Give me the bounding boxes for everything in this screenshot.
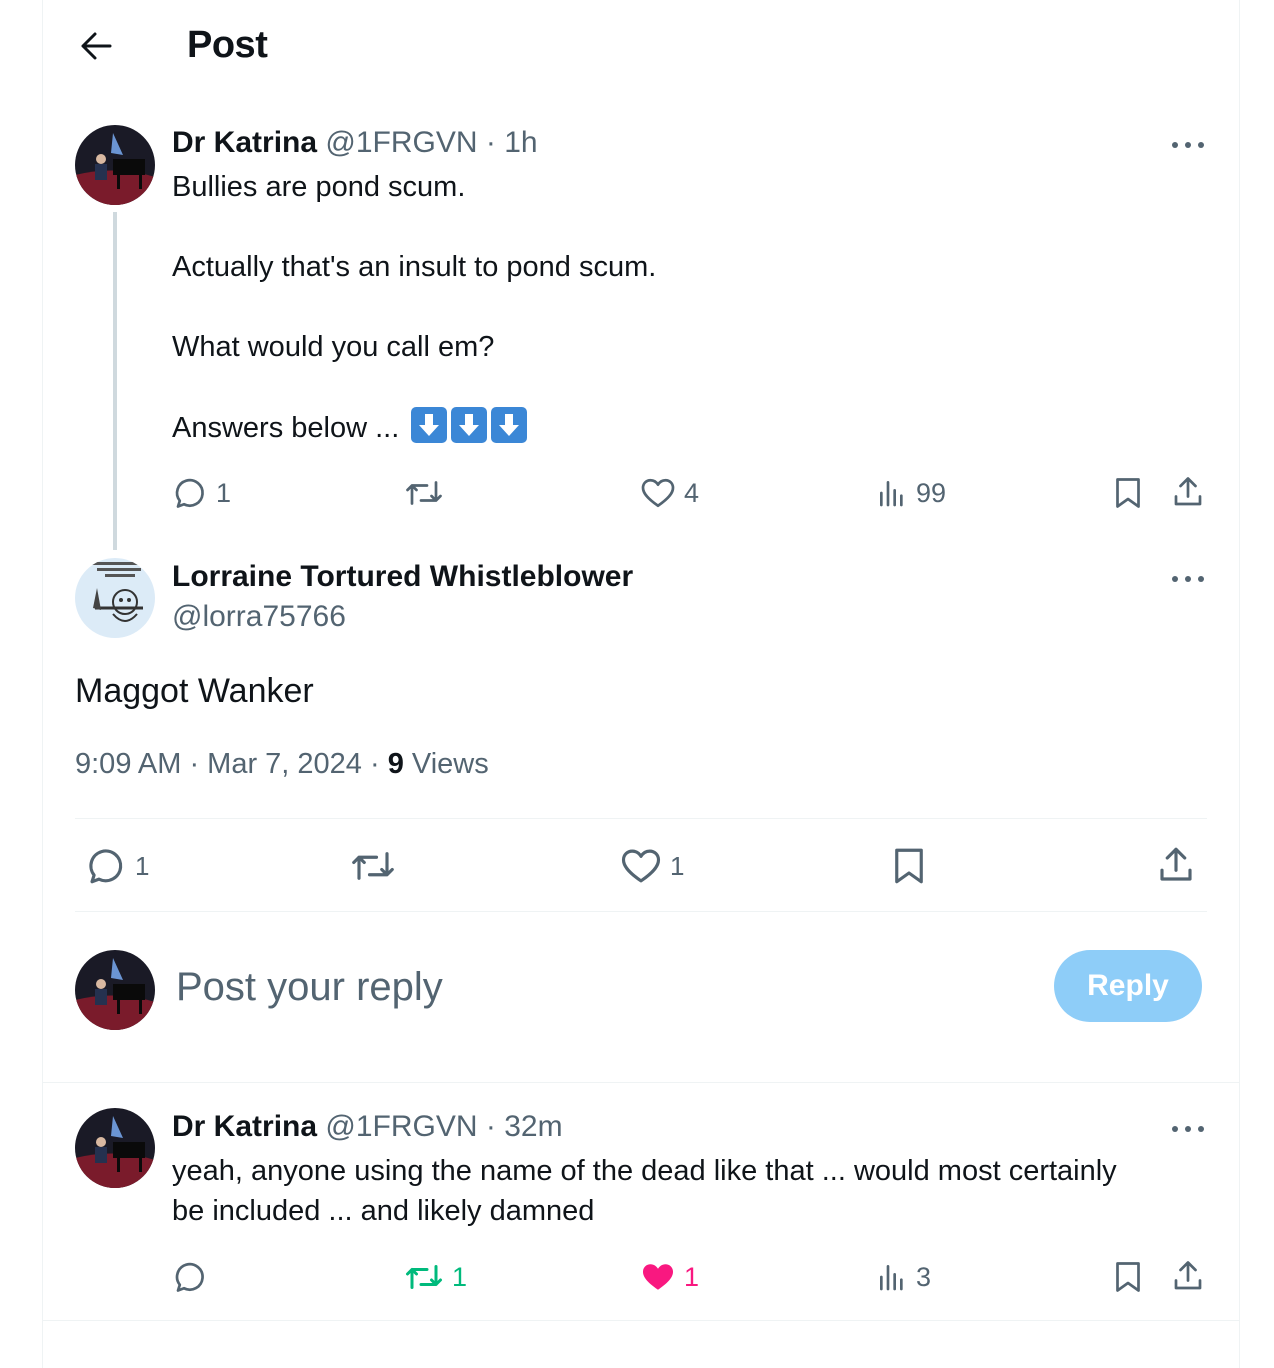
avatar-poster-image [75,558,155,638]
bookmark-button[interactable] [1110,1259,1146,1295]
bookmark-button[interactable] [1110,475,1146,511]
reply-count: 1 [135,850,150,881]
share-button[interactable] [1155,844,1197,886]
like-count: 1 [684,1261,700,1292]
views-count: 99 [916,477,947,508]
author-handle[interactable]: @lorra75766 [172,600,346,634]
retweet-action[interactable] [404,475,452,511]
avatar-piano-image [75,950,155,1030]
retweet-icon [406,481,442,505]
reply-action[interactable] [172,1259,216,1295]
divider [42,1320,1240,1321]
reply-icon [175,478,204,508]
post-timestamp[interactable]: 9:09 AM · Mar 7, 2024 · [75,748,380,780]
retweet-icon [352,852,394,880]
heart-icon [641,478,675,508]
back-arrow-icon [81,32,112,60]
down-arrow-emoji [451,407,488,443]
reply-count: 1 [216,477,232,508]
heart-filled-icon [643,1264,673,1290]
post-header: Dr Katrina @1FRGVN · 1h [172,126,538,160]
down-arrow-emoji [491,407,528,443]
retweet-action[interactable] [350,845,404,887]
post-text-line: yeah, anyone using the name of the dead … [172,1155,1117,1187]
avatar[interactable] [75,1108,155,1188]
post-text-line: Bullies are pond scum. [172,171,466,203]
reply-action[interactable]: 1 [172,475,231,511]
divider [75,818,1207,819]
post-header: Dr Katrina @1FRGVN · 32m [172,1110,563,1144]
reply-input[interactable] [176,960,1036,1014]
bookmark-button[interactable] [888,845,930,887]
like-action[interactable]: 4 [640,475,699,511]
divider [42,1082,1240,1083]
views-count: 3 [916,1261,932,1292]
avatar-piano-image [75,125,155,205]
author-handle[interactable]: @1FRGVN [325,126,477,159]
post-time[interactable]: · 32m [486,1110,563,1143]
share-button[interactable] [1170,474,1206,510]
like-action[interactable]: 1 [620,845,684,887]
reply-icon [89,849,123,884]
avatar-piano-image [75,1108,155,1188]
bookmark-icon [1116,478,1140,508]
thread-line [113,212,117,550]
analytics-icon [880,1265,903,1291]
back-button[interactable] [76,26,116,66]
retweet-action[interactable]: 1 [404,1259,467,1295]
share-icon [1160,847,1192,881]
author-name[interactable]: Dr Katrina [172,1110,317,1143]
views-action[interactable]: 3 [876,1259,931,1295]
reply-icon [175,1262,204,1292]
more-options-icon[interactable] [1168,569,1208,589]
share-icon [1174,1261,1202,1290]
bookmark-icon [895,848,923,884]
share-button[interactable] [1170,1258,1206,1294]
heart-icon [621,849,661,883]
avatar[interactable] [75,950,155,1030]
post-text: Maggot Wanker [75,672,314,710]
page-title: Post [187,24,268,66]
post-text-line: Actually that's an insult to pond scum. [172,251,657,283]
like-action[interactable]: 1 [640,1259,699,1295]
post-text: Answers below ... [172,412,400,444]
divider [75,911,1207,912]
share-icon [1174,477,1202,506]
more-options-icon[interactable] [1168,135,1208,155]
author-name-text[interactable]: Lorraine Tortured Whistleblower [172,560,633,593]
retweet-icon [406,1265,442,1289]
analytics-icon [880,481,903,507]
more-options-icon[interactable] [1168,1119,1208,1139]
post-text-line: Answers below ... [172,407,528,448]
retweet-count: 1 [452,1261,468,1292]
author-handle[interactable]: @1FRGVN [325,1110,477,1143]
views-label: Views [411,748,489,780]
reply-action[interactable]: 1 [85,845,149,887]
author-name[interactable]: Lorraine Tortured Whistleblower [172,560,633,594]
post-text-line: be included ... and likely damned [172,1195,595,1227]
like-count: 1 [670,850,685,881]
like-count: 4 [684,477,700,508]
views-action[interactable]: 99 [876,475,946,511]
bookmark-icon [1116,1262,1140,1292]
views-count: 9 [387,748,404,780]
reply-button[interactable]: Reply [1054,950,1202,1022]
avatar[interactable] [75,558,155,638]
post-meta: 9:09 AM · Mar 7, 2024 · 9 Views [75,748,489,781]
post-time[interactable]: · 1h [486,126,538,159]
post-text-line: What would you call em? [172,331,495,363]
down-arrow-emoji [411,407,448,443]
avatar[interactable] [75,125,155,205]
author-name[interactable]: Dr Katrina [172,126,317,159]
